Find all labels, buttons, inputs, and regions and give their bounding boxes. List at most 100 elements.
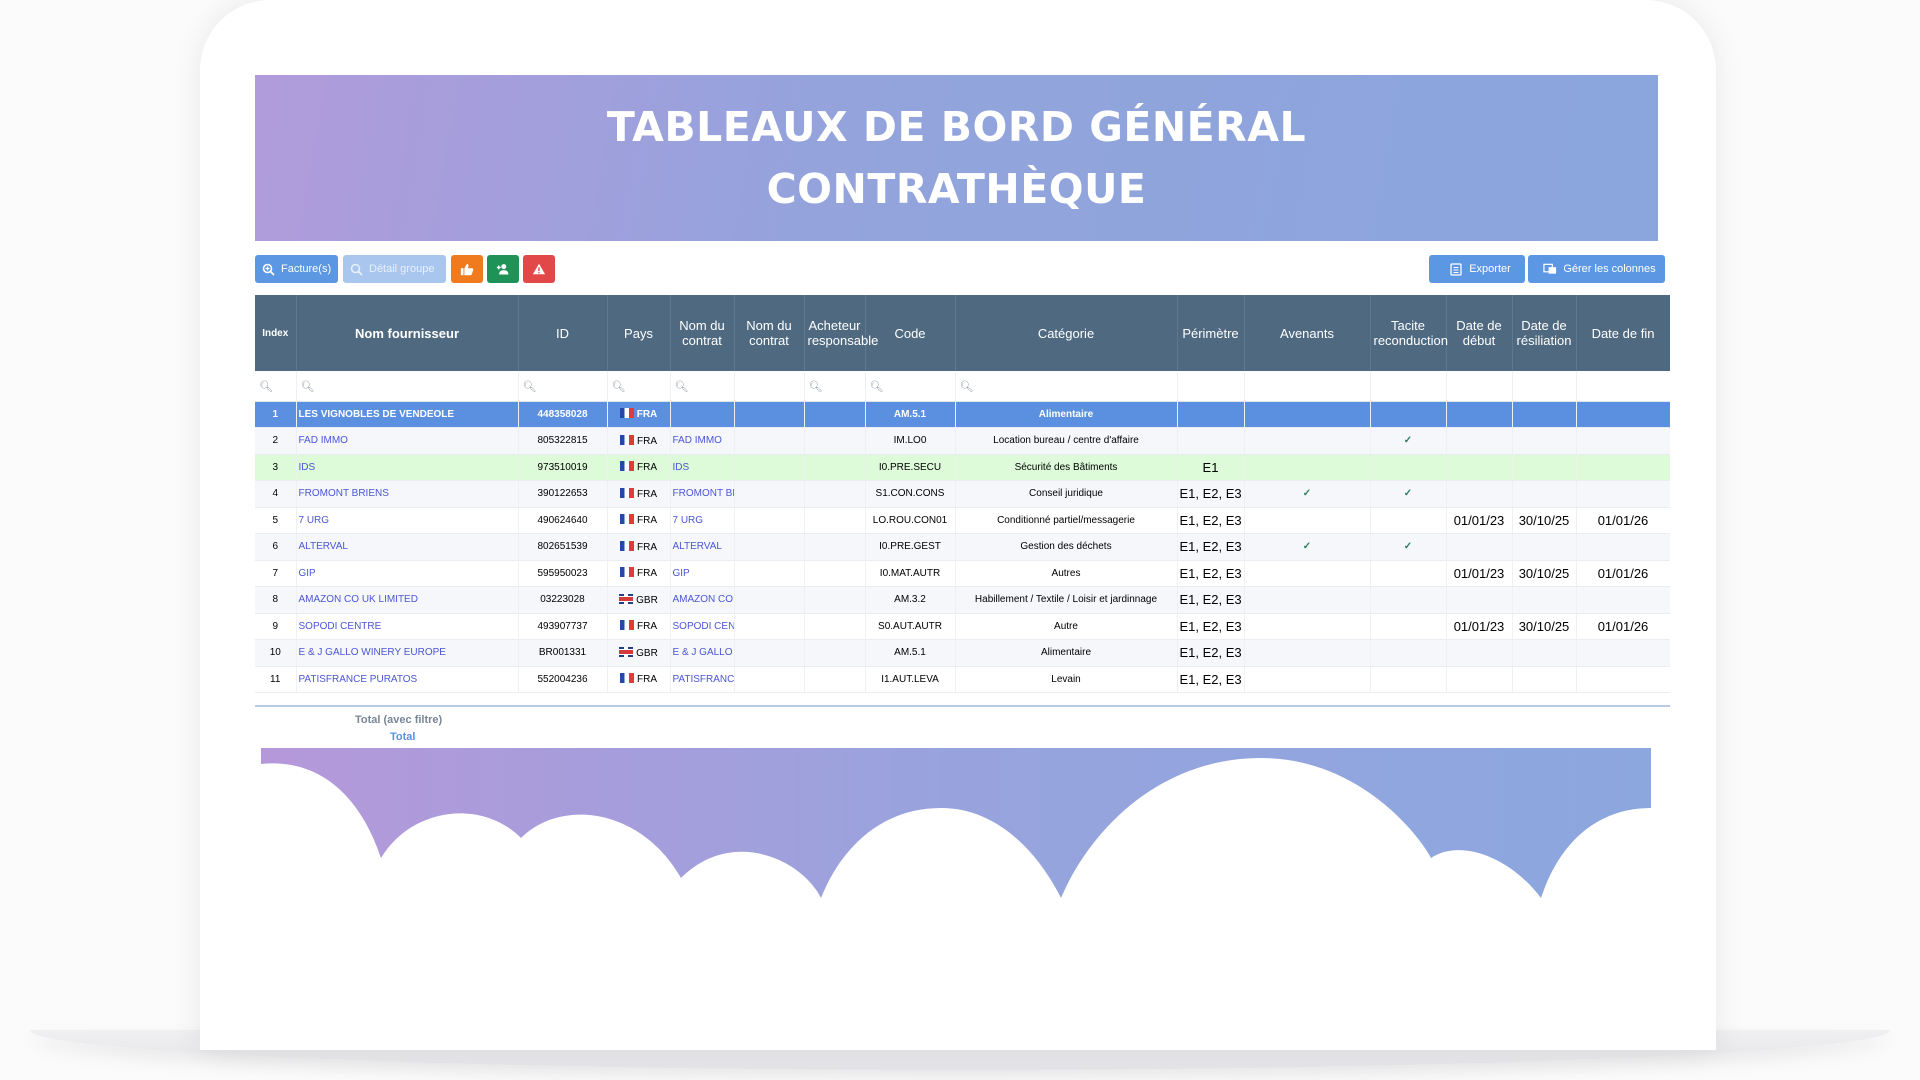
cell-contrat[interactable]: E & J GALLO WINERY EUROPE: [670, 639, 735, 667]
col-date-debut[interactable]: Date de début: [1446, 295, 1513, 371]
col-nom-contrat-2[interactable]: Nom du contrat: [734, 295, 805, 371]
cell-categorie: Levain: [955, 666, 1178, 693]
cell-resiliation: [1512, 427, 1577, 455]
cell-pays: FRA: [607, 401, 671, 428]
cell-categorie: Conseil juridique: [955, 480, 1178, 508]
filter-categorie-input[interactable]: 🔍︎: [955, 371, 1178, 402]
cell-contrat[interactable]: FROMONT BRIENS: [670, 480, 735, 508]
cell-nom[interactable]: IDS: [296, 454, 519, 481]
filter-contrat-input[interactable]: 🔍︎: [670, 371, 735, 402]
search-icon: 🔍︎: [959, 380, 974, 393]
col-nom-contrat[interactable]: Nom du contrat: [670, 295, 735, 371]
cell-nom[interactable]: 7 URG: [296, 507, 519, 534]
table-row[interactable]: 7 GIP 595950023 FRA GIP I0.MAT.AUTR Autres E1, …: [255, 560, 1670, 587]
table-row[interactable]: 2 FAD IMMO 805322815 FRA FAD IMMO IM.LO0 Locat…: [255, 427, 1670, 455]
cell-fin: [1576, 480, 1670, 508]
filter-avenants-input[interactable]: [1244, 371, 1371, 402]
detail-groupe-label: Détail groupe: [369, 263, 435, 275]
cell-acheteur: [804, 427, 866, 455]
uk-flag-icon: [619, 593, 634, 604]
filter-index-input[interactable]: 🔍︎: [255, 371, 297, 402]
col-code[interactable]: Code: [865, 295, 956, 371]
cell-acheteur: [804, 586, 866, 614]
filter-fin-input[interactable]: [1576, 371, 1670, 402]
filter-pays-input[interactable]: 🔍︎: [607, 371, 671, 402]
gerer-colonnes-button[interactable]: Gérer les colonnes: [1528, 255, 1665, 283]
filter-resiliation-input[interactable]: [1512, 371, 1577, 402]
cell-contrat2: [734, 666, 805, 693]
cell-contrat[interactable]: GIP: [670, 560, 735, 587]
cell-nom[interactable]: SOPODI CENTRE: [296, 613, 519, 640]
cell-nom[interactable]: E & J GALLO WINERY EUROPE: [296, 639, 519, 667]
cell-perimetre: [1177, 427, 1245, 455]
filter-perimetre-input[interactable]: [1177, 371, 1245, 402]
search-icon: 🔍︎: [300, 380, 315, 393]
table-row[interactable]: 10 E & J GALLO WINERY EUROPE BR001331 GBR E …: [255, 639, 1670, 667]
filter-nom-input[interactable]: 🔍︎: [296, 371, 519, 402]
cell-nom[interactable]: FAD IMMO: [296, 427, 519, 455]
table-row[interactable]: 1 LES VIGNOBLES DE VENDEOLE 448358028 FRA AM…: [255, 401, 1670, 428]
cell-nom[interactable]: PATISFRANCE PURATOS: [296, 666, 519, 693]
cell-acheteur: [804, 454, 866, 481]
table-row[interactable]: 9SOPODI CENTRE493907737FRASOPODI CENTRES…: [255, 613, 1670, 640]
col-avenants[interactable]: Avenants: [1244, 295, 1371, 371]
cell-nom[interactable]: ALTERVAL: [296, 533, 519, 561]
cell-contrat[interactable]: SOPODI CENTRE: [670, 613, 735, 640]
col-nom-fournisseur[interactable]: Nom fournisseur: [296, 295, 519, 371]
col-tacite[interactable]: Tacite reconduction: [1370, 295, 1448, 371]
cell-resiliation: [1512, 533, 1577, 561]
filter-contrat2-input[interactable]: [734, 371, 805, 402]
export-icon: [1449, 262, 1463, 276]
cell-acheteur: [804, 560, 866, 587]
table-row[interactable]: 4FROMONT BRIENS390122653FRAFROMONT BRIEN…: [255, 480, 1670, 508]
cell-contrat[interactable]: ALTERVAL: [670, 533, 735, 561]
cell-pays: FRA: [607, 454, 671, 481]
country-code: FRA: [637, 541, 657, 553]
col-perimetre[interactable]: Périmètre: [1177, 295, 1245, 371]
col-categorie[interactable]: Catégorie: [955, 295, 1178, 371]
col-pays[interactable]: Pays: [607, 295, 671, 371]
cell-resiliation: [1512, 639, 1577, 667]
cell-contrat[interactable]: AMAZON CO UK LIMITED: [670, 586, 735, 614]
filter-debut-input[interactable]: [1446, 371, 1513, 402]
factures-button[interactable]: Facture(s): [255, 255, 338, 283]
filter-tacite-input[interactable]: [1370, 371, 1447, 402]
cell-contrat[interactable]: FAD IMMO: [670, 427, 735, 455]
table-row[interactable]: 8 AMAZON CO UK LIMITED 03223028 GBR AMAZON C…: [255, 586, 1670, 614]
cell-avenants: [1244, 454, 1371, 481]
col-id[interactable]: ID: [518, 295, 608, 371]
alert-button[interactable]: [523, 255, 555, 283]
filter-acheteur-input[interactable]: 🔍︎: [804, 371, 866, 402]
table-row[interactable]: 11 PATISFRANCE PURATOS 552004236 FRA PATISFR…: [255, 666, 1670, 693]
col-index[interactable]: Index: [255, 295, 297, 371]
col-date-resiliation[interactable]: Date de résiliation: [1512, 295, 1577, 371]
cell-fin: 01/01/26: [1576, 613, 1670, 640]
table-row[interactable]: 57 URG 490624640 FRA 7 URG LO.ROU.CON01 Condi…: [255, 507, 1670, 534]
cell-fin: [1576, 454, 1670, 481]
approve-button[interactable]: [451, 255, 483, 283]
filter-id-input[interactable]: 🔍︎: [518, 371, 608, 402]
cell-contrat[interactable]: [670, 401, 735, 428]
cell-perimetre: E1, E2, E3: [1177, 560, 1245, 587]
cell-contrat[interactable]: 7 URG: [670, 507, 735, 534]
table-row[interactable]: 3 IDS 973510019 FRA IDS I0.PRE.SECU Sécurité d…: [255, 454, 1670, 481]
filter-code-input[interactable]: 🔍︎: [865, 371, 956, 402]
cell-pays: GBR: [607, 639, 671, 667]
col-acheteur[interactable]: Acheteur responsable: [804, 295, 878, 371]
cell-contrat[interactable]: PATISFRANCE PURATOS: [670, 666, 735, 693]
cell-nom[interactable]: LES VIGNOBLES DE VENDEOLE: [296, 401, 519, 428]
col-date-fin[interactable]: Date de fin: [1576, 295, 1670, 371]
cell-debut: [1446, 454, 1513, 481]
cell-code: AM.5.1: [865, 639, 956, 667]
cell-contrat[interactable]: IDS: [670, 454, 735, 481]
exporter-button[interactable]: Exporter: [1429, 255, 1525, 283]
add-user-button[interactable]: [487, 255, 519, 283]
table-row[interactable]: 6 ALTERVAL 802651539 FRA ALTERVAL I0.PRE.GEST…: [255, 533, 1670, 561]
cell-nom[interactable]: FROMONT BRIENS: [296, 480, 519, 508]
title-banner: TABLEAUX DE BORD GÉNÉRAL CONTRATHÈQUE: [255, 75, 1658, 241]
cell-nom[interactable]: GIP: [296, 560, 519, 587]
cell-index: 6: [255, 533, 297, 561]
detail-groupe-button[interactable]: Détail groupe: [343, 255, 446, 283]
cell-nom[interactable]: AMAZON CO UK LIMITED: [296, 586, 519, 614]
cell-perimetre: E1, E2, E3: [1177, 533, 1245, 561]
